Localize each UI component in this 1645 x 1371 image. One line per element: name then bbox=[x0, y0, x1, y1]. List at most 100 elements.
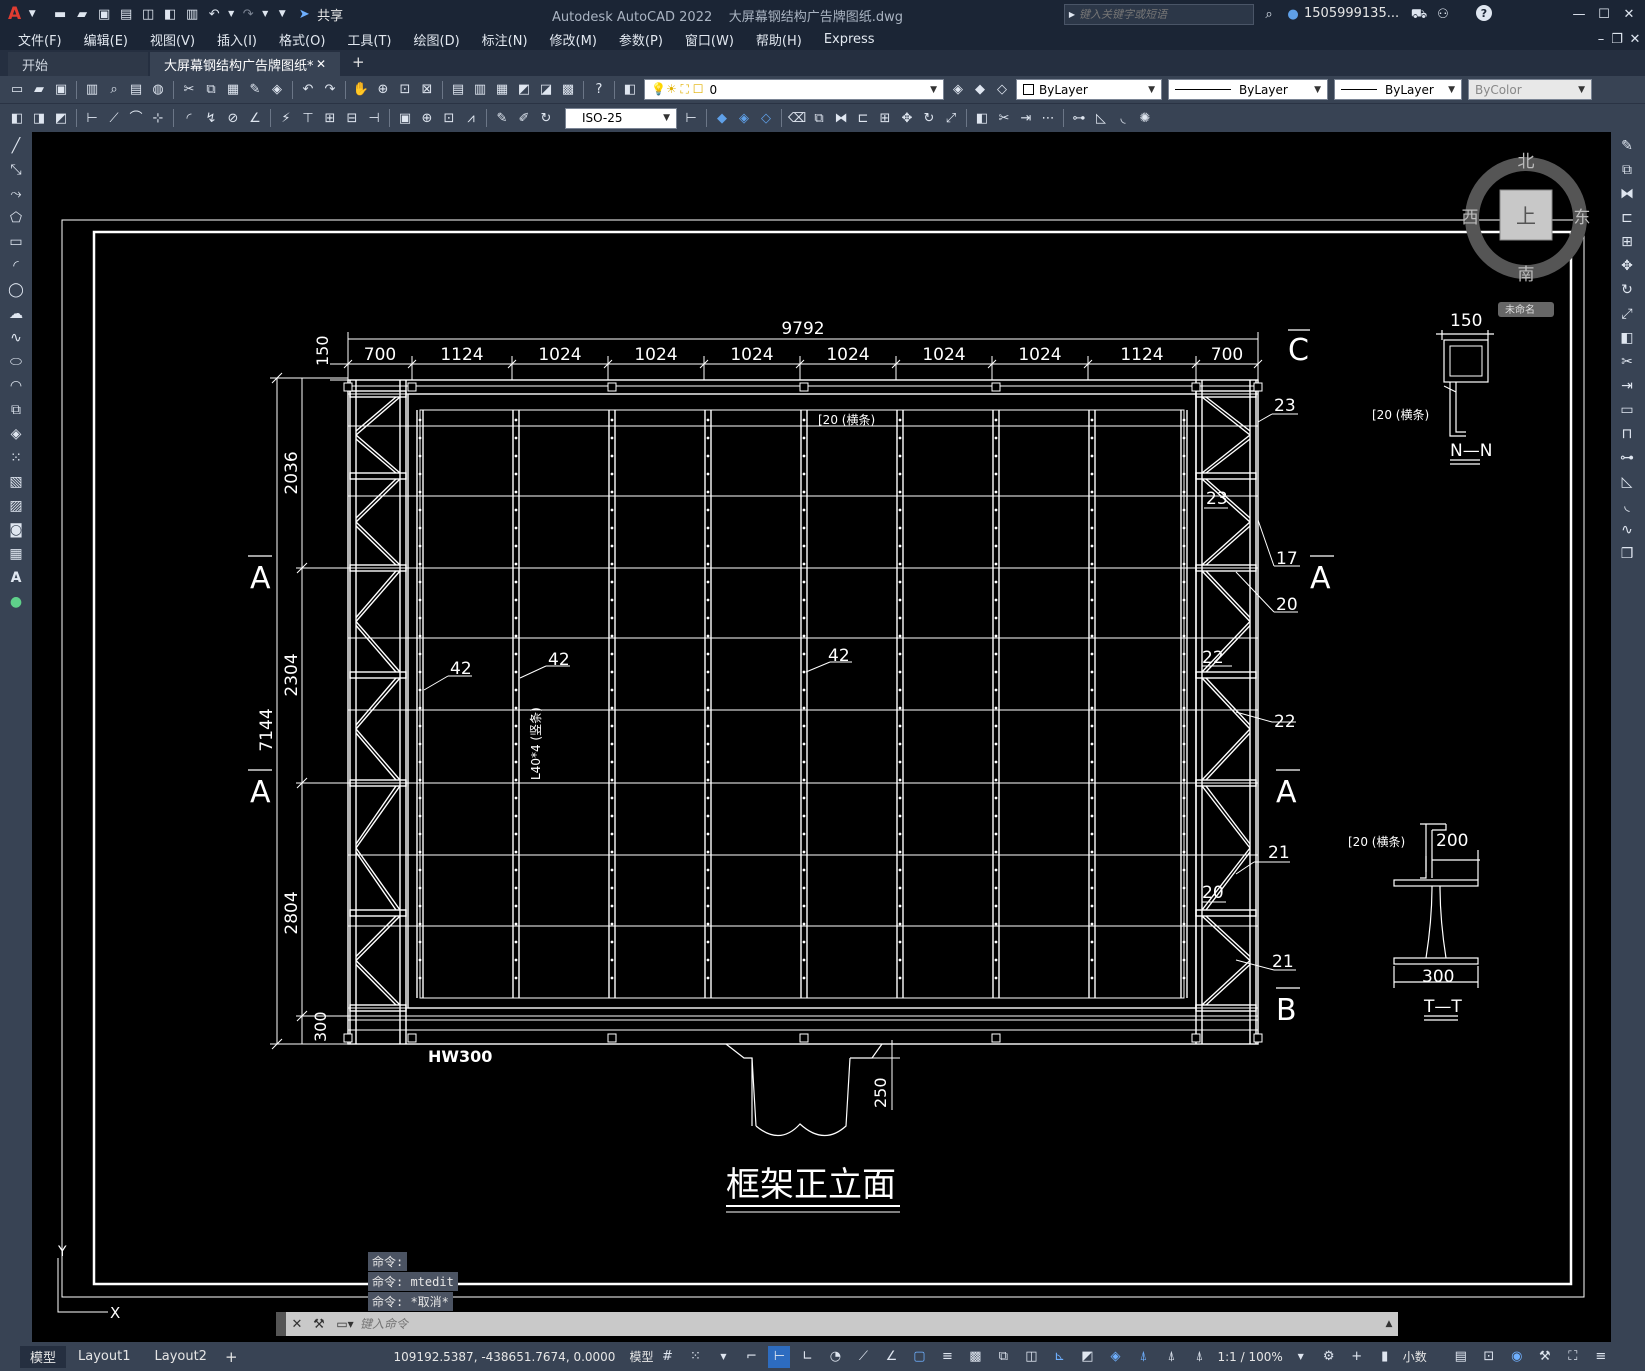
line-icon[interactable]: ╱ bbox=[6, 136, 26, 156]
3dosnap-icon[interactable]: ◫ bbox=[1020, 1346, 1042, 1368]
app-menu-chevron-icon[interactable]: ▼ bbox=[27, 5, 37, 23]
cmd-grip-icon[interactable] bbox=[276, 1312, 286, 1336]
cart-icon[interactable]: ⛟ bbox=[1410, 5, 1428, 23]
save-as-icon[interactable]: ▤ bbox=[117, 5, 135, 23]
tool-palettes-icon[interactable]: ▦ bbox=[493, 81, 511, 99]
clean-screen-icon[interactable]: ⛶ bbox=[1562, 1346, 1584, 1368]
doc-close-icon[interactable]: ✕ bbox=[1626, 30, 1644, 48]
cut-icon[interactable]: ✂ bbox=[180, 81, 198, 99]
r-offset-icon[interactable]: ⊏ bbox=[1617, 208, 1637, 228]
dim-diameter-icon[interactable]: ⊘ bbox=[224, 109, 242, 127]
modify-erase-icon[interactable]: ⌫ bbox=[788, 109, 806, 127]
minimize-icon[interactable]: — bbox=[1570, 5, 1588, 23]
ellipse-icon[interactable]: ⬭ bbox=[6, 352, 26, 372]
tb-group-icon[interactable]: ◨ bbox=[30, 109, 48, 127]
dim-linear-icon[interactable]: ⊢ bbox=[83, 109, 101, 127]
dynamic-input-icon[interactable]: ⊢ bbox=[768, 1345, 791, 1368]
cmd-customize-icon[interactable]: ⚒ bbox=[308, 1317, 330, 1332]
drawing-canvas[interactable]: 9792 700 1124 1024 1024 1024 1024 1024 1… bbox=[32, 132, 1611, 1342]
modify-array-icon[interactable]: ⊞ bbox=[876, 109, 894, 127]
copy-icon[interactable]: ⧉ bbox=[202, 81, 220, 99]
design-center-icon[interactable]: ▥ bbox=[471, 81, 489, 99]
a360-icon[interactable]: ⚇ bbox=[1434, 5, 1452, 23]
dynamic-ucs-icon[interactable]: ⊾ bbox=[1048, 1346, 1070, 1368]
modify-extend-icon[interactable]: ⇥ bbox=[1017, 109, 1035, 127]
customize-qat-icon[interactable]: ▼ bbox=[273, 5, 291, 23]
modify-join-icon[interactable]: ⊶ bbox=[1070, 109, 1088, 127]
menu-tools[interactable]: 工具(T) bbox=[347, 30, 391, 49]
undo-icon[interactable]: ↶ bbox=[205, 5, 223, 23]
infer-icon[interactable]: ⌐ bbox=[740, 1346, 762, 1368]
dim-ordinate-icon[interactable]: ⊹ bbox=[149, 109, 167, 127]
save-web-icon[interactable]: ◧ bbox=[161, 5, 179, 23]
graphics-perf-icon[interactable]: ⚒ bbox=[1534, 1346, 1556, 1368]
modify-move-icon[interactable]: ✥ bbox=[898, 109, 916, 127]
markup-icon[interactable]: ◪ bbox=[537, 81, 555, 99]
save2-icon[interactable]: ▣ bbox=[52, 81, 70, 99]
transparency-icon[interactable]: ▩ bbox=[964, 1346, 986, 1368]
maximize-icon[interactable]: ☐ bbox=[1595, 5, 1613, 23]
close-icon[interactable]: ✕ bbox=[1620, 5, 1638, 23]
ortho-icon[interactable]: ∟ bbox=[796, 1346, 818, 1368]
search-expand-icon[interactable]: ▶ bbox=[1067, 6, 1077, 24]
undo2-icon[interactable]: ↶ bbox=[299, 81, 317, 99]
dim-space-icon[interactable]: ⊟ bbox=[343, 109, 361, 127]
plot-icon[interactable]: ▥ bbox=[183, 5, 201, 23]
layout-tab-layout1[interactable]: Layout1 bbox=[66, 1346, 142, 1368]
color-dropdown[interactable]: ByLayer ▼ bbox=[1016, 79, 1162, 100]
annotation-monitor-icon[interactable]: + bbox=[1346, 1346, 1368, 1368]
publish-icon[interactable]: ▤ bbox=[127, 81, 145, 99]
lineweight-icon[interactable]: ≡ bbox=[936, 1346, 958, 1368]
new-file-icon[interactable]: ▬ bbox=[51, 5, 69, 23]
r-join-icon[interactable]: ⊶ bbox=[1617, 448, 1637, 468]
menu-format[interactable]: 格式(O) bbox=[279, 30, 325, 49]
r-blend-icon[interactable]: ∿ bbox=[1617, 520, 1637, 540]
modify-explode-icon[interactable]: ✺ bbox=[1136, 109, 1154, 127]
menu-window[interactable]: 窗口(W) bbox=[685, 30, 734, 49]
polar-icon[interactable]: ◔ bbox=[824, 1346, 846, 1368]
search-icon[interactable]: ⌕ bbox=[1260, 5, 1278, 23]
r-chamfer-icon[interactable]: ◺ bbox=[1617, 472, 1637, 492]
table-icon[interactable]: ▦ bbox=[6, 544, 26, 564]
grid-icon[interactable]: # bbox=[656, 1346, 678, 1368]
cmd-recent-icon[interactable]: ▭▾ bbox=[330, 1317, 360, 1331]
dim-break-icon[interactable]: ⊣ bbox=[365, 109, 383, 127]
match-prop-icon[interactable]: ✎ bbox=[246, 81, 264, 99]
layout-tab-model[interactable]: 模型 bbox=[20, 1345, 67, 1368]
inspect-icon[interactable]: ⊡ bbox=[440, 109, 458, 127]
modify-scale-icon[interactable]: ⤢ bbox=[942, 109, 960, 127]
3d-dwf-icon[interactable]: ◍ bbox=[149, 81, 167, 99]
annotation-scale-icon[interactable]: ⍋ bbox=[1188, 1346, 1210, 1368]
menu-parameter[interactable]: 参数(P) bbox=[619, 30, 663, 49]
jogged-linear-icon[interactable]: ⩘ bbox=[462, 109, 480, 127]
menu-file[interactable]: 文件(F) bbox=[18, 30, 62, 49]
tab-start[interactable]: 开始 bbox=[8, 52, 148, 76]
r-fillet-icon[interactable]: ◟ bbox=[1617, 496, 1637, 516]
print-icon[interactable]: ▥ bbox=[83, 81, 101, 99]
polyline-icon[interactable]: ⤳ bbox=[6, 184, 26, 204]
r-erase-icon[interactable]: ✎ bbox=[1617, 136, 1637, 156]
layer-dropdown[interactable]: 💡☀ ⛶ ☐ 0 ▼ bbox=[644, 79, 944, 100]
viewcube-north[interactable]: 北 bbox=[1518, 152, 1535, 172]
dim-edit-icon[interactable]: ✎ bbox=[493, 109, 511, 127]
command-input[interactable] bbox=[360, 1314, 1380, 1334]
gradient-icon[interactable]: ▨ bbox=[6, 496, 26, 516]
zoom-previous-icon[interactable]: ⊠ bbox=[418, 81, 436, 99]
properties-icon[interactable]: ▤ bbox=[449, 81, 467, 99]
new-tab-icon[interactable]: + bbox=[352, 53, 365, 71]
plotstyle-dropdown[interactable]: ByColor ▼ bbox=[1468, 79, 1592, 100]
otrack-icon[interactable]: ∠ bbox=[880, 1346, 902, 1368]
customization-icon[interactable]: ≡ bbox=[1590, 1346, 1612, 1368]
r-scale-icon[interactable]: ⤢ bbox=[1617, 304, 1637, 324]
pan-icon[interactable]: ✋ bbox=[352, 81, 370, 99]
modify-stretch-icon[interactable]: ◧ bbox=[973, 109, 991, 127]
selection-cycling-icon[interactable]: ⧉ bbox=[992, 1346, 1014, 1368]
qnew-icon[interactable]: ▭ bbox=[8, 81, 26, 99]
layer-previous-icon[interactable]: ◆ bbox=[971, 81, 989, 99]
menu-help[interactable]: 帮助(H) bbox=[756, 30, 802, 49]
paste-icon[interactable]: ▦ bbox=[224, 81, 242, 99]
model-space-toggle[interactable]: 模型 bbox=[629, 1348, 653, 1365]
menu-insert[interactable]: 插入(I) bbox=[217, 30, 257, 49]
tb-ungroup-icon[interactable]: ◩ bbox=[52, 109, 70, 127]
dim-arc-icon[interactable]: ⌒ bbox=[127, 109, 145, 127]
